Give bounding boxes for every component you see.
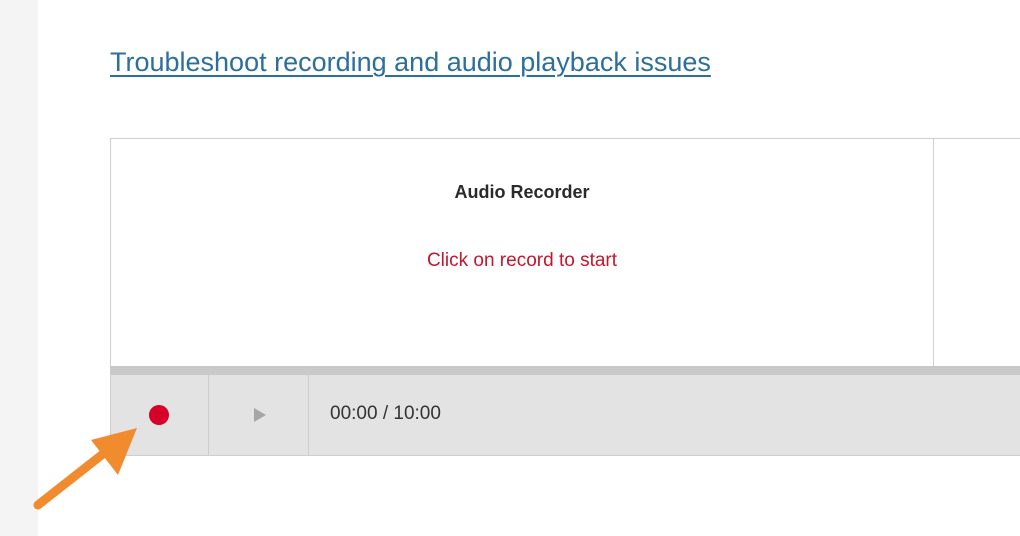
recorder-title: Audio Recorder xyxy=(454,182,590,202)
recorder-display: Audio Recorder Click on record to start xyxy=(110,138,1020,366)
recorder-panel: Audio Recorder Click on record to start xyxy=(111,139,934,366)
audio-recorder: Audio Recorder Click on record to start … xyxy=(110,138,1020,456)
recorder-status: Click on record to start xyxy=(426,250,618,271)
recorder-control-bar: 00:00 / 10:00 xyxy=(110,366,1020,456)
time-display: 00:00 / 10:00 xyxy=(330,403,441,424)
play-icon xyxy=(254,408,266,422)
troubleshoot-link[interactable]: Troubleshoot recording and audio playbac… xyxy=(110,46,711,78)
play-button[interactable] xyxy=(209,375,309,455)
record-dot-icon xyxy=(149,405,169,425)
arrow-pointer-icon xyxy=(33,428,137,510)
